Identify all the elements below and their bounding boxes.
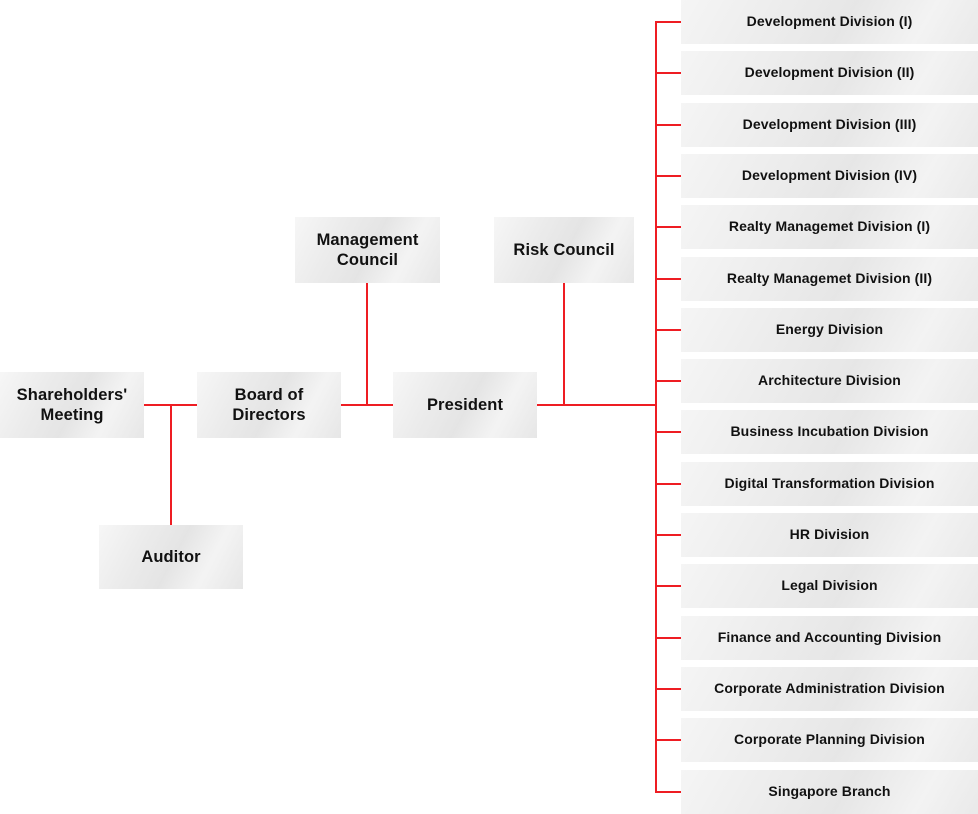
node-label: Auditor	[141, 547, 201, 566]
connector-trunk-to-division	[655, 483, 681, 485]
node-label: HR Division	[789, 526, 870, 543]
node-division[interactable]: Energy Division	[681, 308, 978, 352]
node-label: Development Division (III)	[742, 116, 917, 133]
node-division[interactable]: Finance and Accounting Division	[681, 616, 978, 660]
connector-trunk-to-division	[655, 791, 681, 793]
node-division[interactable]: Realty Managemet Division (II)	[681, 257, 978, 301]
node-division[interactable]: Development Division (I)	[681, 0, 978, 44]
node-division[interactable]: Development Division (II)	[681, 51, 978, 95]
node-division[interactable]: Digital Transformation Division	[681, 462, 978, 506]
connector-trunk-to-division	[655, 688, 681, 690]
node-label: Corporate Administration Division	[714, 680, 945, 697]
node-division[interactable]: Architecture Division	[681, 359, 978, 403]
node-label: Realty Managemet Division (II)	[726, 270, 933, 287]
node-label: Shareholders' Meeting	[16, 385, 128, 424]
node-label: Digital Transformation Division	[724, 475, 935, 492]
connector-trunk-to-division	[655, 739, 681, 741]
connector-trunk-to-division	[655, 278, 681, 280]
connector-trunk-to-division	[655, 175, 681, 177]
connector-trunk-to-division	[655, 637, 681, 639]
connector-trunk-to-division	[655, 585, 681, 587]
node-division[interactable]: Development Division (IV)	[681, 154, 978, 198]
node-division[interactable]: Business Incubation Division	[681, 410, 978, 454]
connector-trunk-to-division	[655, 534, 681, 536]
node-division[interactable]: Development Division (III)	[681, 103, 978, 147]
node-label: Corporate Planning Division	[734, 731, 925, 748]
connector-trunk-to-division	[655, 226, 681, 228]
node-label: Risk Council	[513, 240, 615, 259]
node-board-of-directors[interactable]: Board of Directors	[197, 372, 341, 438]
node-division[interactable]: Singapore Branch	[681, 770, 978, 814]
node-label: Development Division (I)	[746, 13, 913, 30]
node-label: Architecture Division	[758, 372, 901, 389]
node-label: Legal Division	[781, 577, 878, 594]
connector-president-to-divisions	[537, 404, 657, 406]
divisions-trunk-line	[655, 22, 657, 791]
connector-trunk-to-division	[655, 124, 681, 126]
connector-trunk-to-division	[655, 21, 681, 23]
node-division[interactable]: Realty Managemet Division (I)	[681, 205, 978, 249]
node-label: Singapore Branch	[768, 783, 891, 800]
node-label: Management Council	[316, 230, 419, 269]
node-risk-council[interactable]: Risk Council	[494, 217, 634, 283]
node-label: Development Division (IV)	[741, 167, 918, 184]
node-label: Energy Division	[775, 321, 884, 338]
connector-trunk-to-division	[655, 431, 681, 433]
node-label: Development Division (II)	[744, 64, 915, 81]
node-division[interactable]: Legal Division	[681, 564, 978, 608]
node-division[interactable]: HR Division	[681, 513, 978, 557]
org-chart: Shareholders' Meeting Board of Directors…	[0, 0, 978, 814]
connector-trunk-to-division	[655, 329, 681, 331]
connector-board-to-auditor	[170, 404, 172, 525]
node-label: Finance and Accounting Division	[717, 629, 942, 646]
node-label: Business Incubation Division	[730, 423, 929, 440]
node-auditor[interactable]: Auditor	[99, 525, 243, 589]
node-label: President	[426, 395, 504, 414]
node-management-council[interactable]: Management Council	[295, 217, 440, 283]
node-label: Realty Managemet Division (I)	[728, 218, 931, 235]
node-president[interactable]: President	[393, 372, 537, 438]
connector-trunk-to-division	[655, 380, 681, 382]
connector-management-council-to-trunk	[366, 283, 368, 405]
connector-trunk-to-division	[655, 72, 681, 74]
node-shareholders-meeting[interactable]: Shareholders' Meeting	[0, 372, 144, 438]
node-division[interactable]: Corporate Planning Division	[681, 718, 978, 762]
connector-risk-council-to-trunk	[563, 283, 565, 405]
node-label: Board of Directors	[232, 385, 306, 424]
node-division[interactable]: Corporate Administration Division	[681, 667, 978, 711]
